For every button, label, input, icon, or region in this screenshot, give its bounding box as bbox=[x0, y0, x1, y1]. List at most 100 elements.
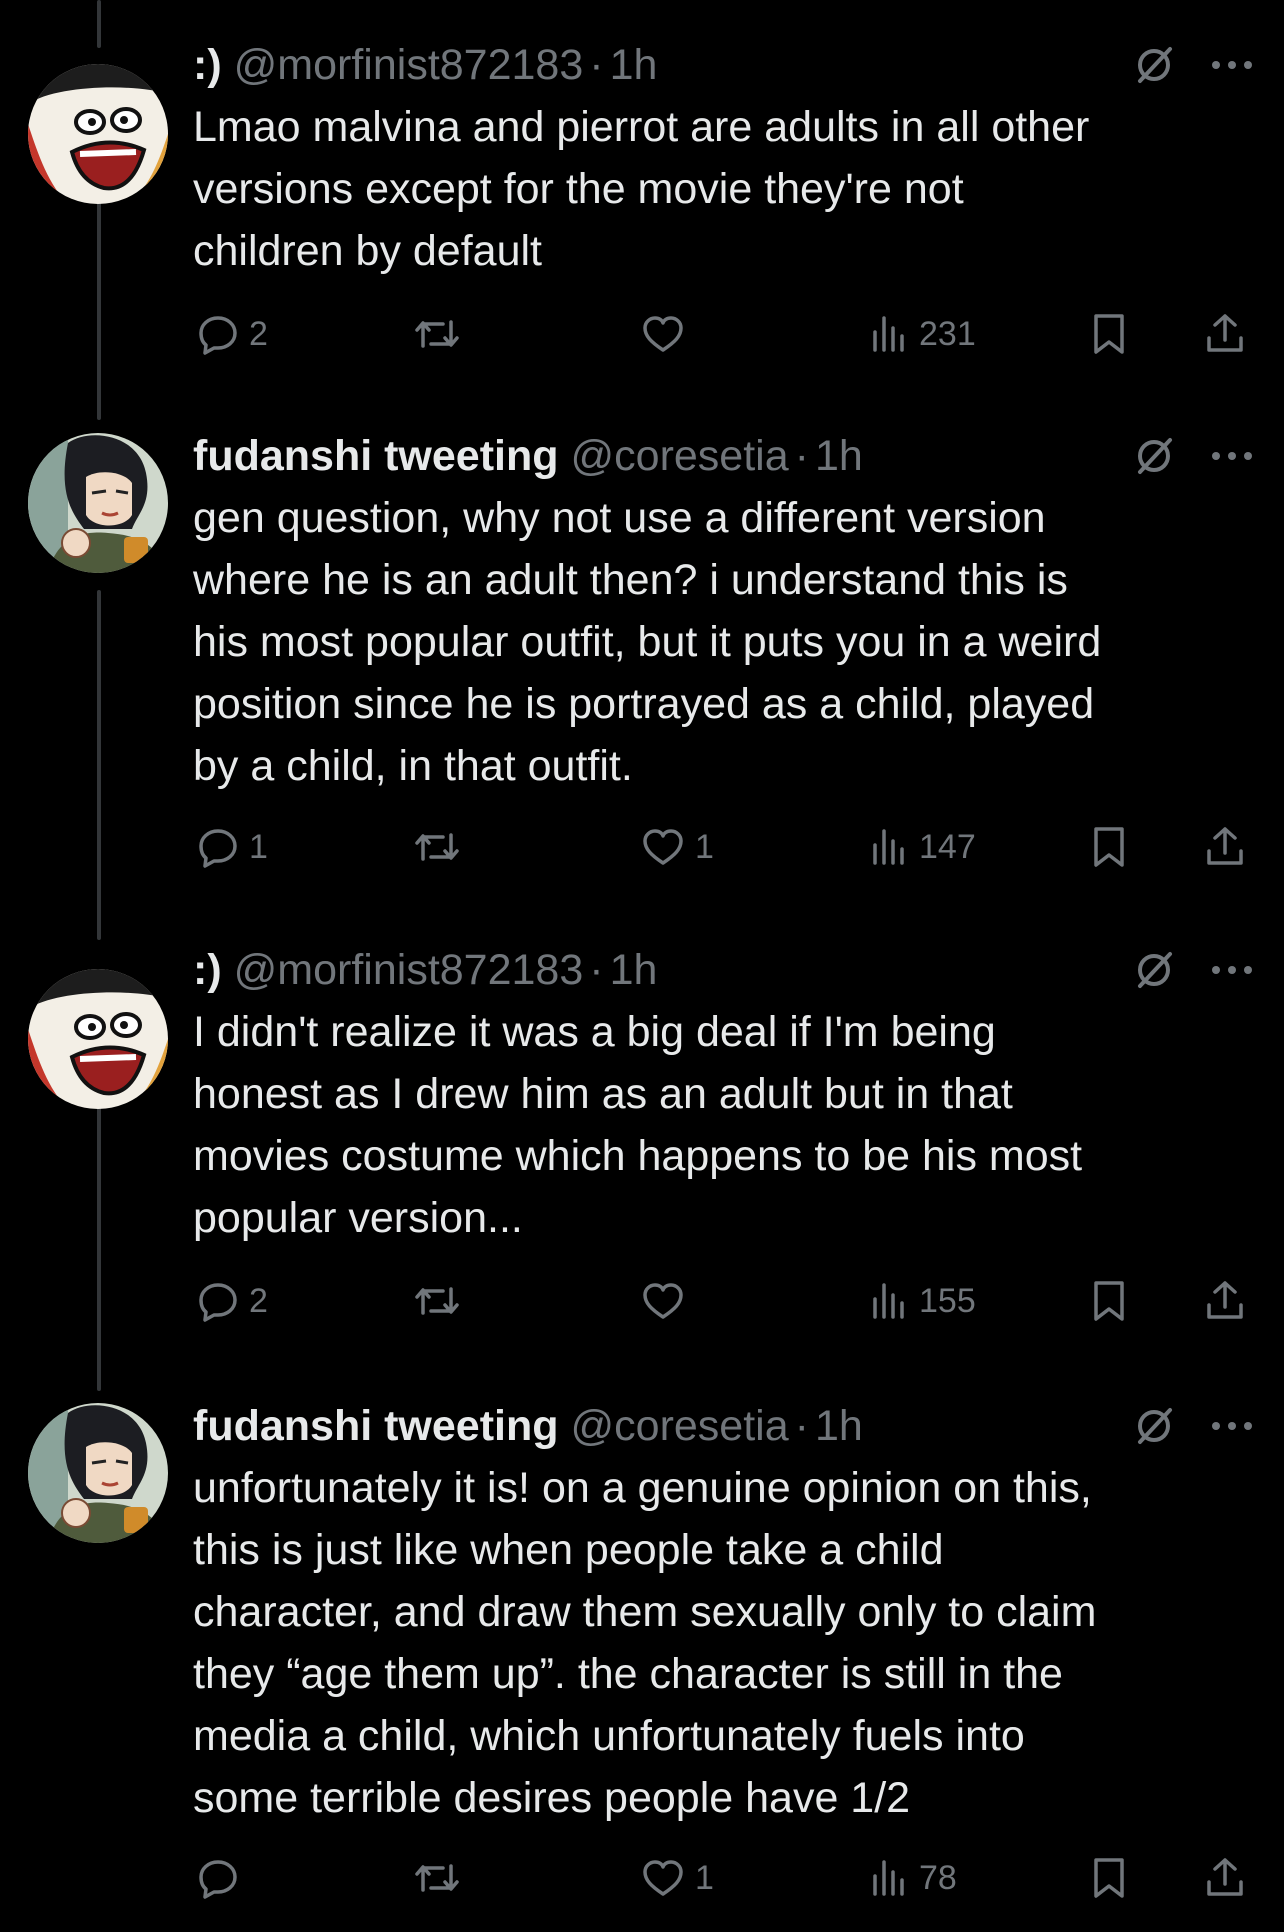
reply-button[interactable]: 1 bbox=[197, 817, 268, 877]
user-handle[interactable]: @morfinist872183 bbox=[234, 41, 584, 90]
reply-icon bbox=[197, 826, 239, 868]
timestamp[interactable]: 1h bbox=[815, 1402, 863, 1451]
tweet-text: I didn't realize it was a big deal if I'… bbox=[193, 1008, 1083, 1242]
reply-icon bbox=[197, 1857, 239, 1899]
views-button[interactable]: 155 bbox=[869, 1271, 976, 1331]
tweet-header: :) @morfinist872183 · 1h bbox=[193, 34, 1254, 96]
repost-button[interactable] bbox=[413, 1848, 471, 1908]
like-icon bbox=[641, 314, 685, 354]
tweet-actions: 1 78 bbox=[193, 1848, 1254, 1908]
like-icon bbox=[641, 1858, 685, 1898]
timestamp[interactable]: 1h bbox=[610, 946, 658, 995]
grok-slash-icon[interactable] bbox=[1132, 1404, 1176, 1448]
like-button[interactable]: 1 bbox=[641, 1848, 714, 1908]
views-icon bbox=[869, 1281, 909, 1321]
avatar[interactable] bbox=[28, 1403, 168, 1543]
bookmark-icon bbox=[1091, 1856, 1127, 1900]
views-icon bbox=[869, 314, 909, 354]
tweet-text: unfortunately it is! on a genuine opinio… bbox=[193, 1464, 1097, 1822]
user-handle[interactable]: @coresetia bbox=[571, 432, 789, 481]
anime-character-avatar-icon bbox=[28, 1403, 168, 1543]
tweet-header: fudanshi tweeting @coresetia · 1h bbox=[193, 425, 1254, 487]
timestamp[interactable]: 1h bbox=[815, 432, 863, 481]
share-icon bbox=[1203, 312, 1247, 356]
bookmark-icon bbox=[1091, 312, 1127, 356]
reply-button[interactable]: 2 bbox=[197, 1271, 268, 1331]
like-button[interactable] bbox=[641, 304, 695, 364]
like-button[interactable] bbox=[641, 1271, 695, 1331]
more-icon[interactable] bbox=[1210, 59, 1254, 71]
separator: · bbox=[589, 945, 604, 994]
view-count: 78 bbox=[919, 1858, 957, 1897]
avatar[interactable] bbox=[28, 433, 168, 573]
more-icon[interactable] bbox=[1210, 964, 1254, 976]
reply-button[interactable] bbox=[197, 1848, 249, 1908]
grok-slash-icon[interactable] bbox=[1132, 43, 1176, 87]
separator: · bbox=[794, 1401, 809, 1450]
share-button[interactable] bbox=[1203, 817, 1247, 877]
views-icon bbox=[869, 827, 909, 867]
view-count: 147 bbox=[919, 827, 976, 866]
grok-slash-icon[interactable] bbox=[1132, 434, 1176, 478]
more-icon[interactable] bbox=[1210, 1420, 1254, 1432]
share-icon bbox=[1203, 825, 1247, 869]
bookmark-button[interactable] bbox=[1091, 1271, 1127, 1331]
views-icon bbox=[869, 1858, 909, 1898]
like-icon bbox=[641, 827, 685, 867]
avatar[interactable] bbox=[28, 64, 168, 204]
tweet-header: fudanshi tweeting @coresetia · 1h bbox=[193, 1395, 1254, 1457]
share-icon bbox=[1203, 1279, 1247, 1323]
share-button[interactable] bbox=[1203, 1271, 1247, 1331]
share-icon bbox=[1203, 1856, 1247, 1900]
like-count: 1 bbox=[695, 827, 714, 866]
angry-cartoon-avatar-icon bbox=[28, 64, 168, 204]
repost-button[interactable] bbox=[413, 304, 471, 364]
reply-icon bbox=[197, 313, 239, 355]
repost-button[interactable] bbox=[413, 1271, 471, 1331]
bookmark-icon bbox=[1091, 1279, 1127, 1323]
views-button[interactable]: 147 bbox=[869, 817, 976, 877]
display-name[interactable]: :) bbox=[193, 946, 222, 995]
bookmark-button[interactable] bbox=[1091, 1848, 1127, 1908]
views-button[interactable]: 78 bbox=[869, 1848, 957, 1908]
tweet-actions: 1 1 147 bbox=[193, 817, 1254, 877]
share-button[interactable] bbox=[1203, 1848, 1247, 1908]
bookmark-button[interactable] bbox=[1091, 817, 1127, 877]
repost-icon bbox=[413, 314, 461, 354]
separator: · bbox=[589, 40, 604, 89]
angry-cartoon-avatar-icon bbox=[28, 969, 168, 1109]
display-name[interactable]: fudanshi tweeting bbox=[193, 1402, 559, 1451]
share-button[interactable] bbox=[1203, 304, 1247, 364]
like-count: 1 bbox=[695, 1858, 714, 1897]
bookmark-icon bbox=[1091, 825, 1127, 869]
display-name[interactable]: :) bbox=[193, 41, 222, 90]
timestamp[interactable]: 1h bbox=[610, 41, 658, 90]
avatar[interactable] bbox=[28, 969, 168, 1109]
more-icon[interactable] bbox=[1210, 450, 1254, 462]
anime-character-avatar-icon bbox=[28, 433, 168, 573]
tweet-actions: 2 231 bbox=[193, 304, 1254, 364]
thread-line bbox=[97, 198, 101, 420]
user-handle[interactable]: @coresetia bbox=[571, 1402, 789, 1451]
grok-slash-icon[interactable] bbox=[1132, 948, 1176, 992]
reply-count: 2 bbox=[249, 314, 268, 353]
tweet-text: gen question, why not use a different ve… bbox=[193, 494, 1102, 790]
reply-count: 1 bbox=[249, 827, 268, 866]
view-count: 231 bbox=[919, 314, 976, 353]
bookmark-button[interactable] bbox=[1091, 304, 1127, 364]
repost-icon bbox=[413, 1858, 461, 1898]
display-name[interactable]: fudanshi tweeting bbox=[193, 432, 559, 481]
user-handle[interactable]: @morfinist872183 bbox=[234, 946, 584, 995]
repost-icon bbox=[413, 1281, 461, 1321]
separator: · bbox=[794, 431, 809, 480]
thread-line bbox=[97, 0, 101, 48]
views-button[interactable]: 231 bbox=[869, 304, 976, 364]
repost-button[interactable] bbox=[413, 817, 471, 877]
like-button[interactable]: 1 bbox=[641, 817, 714, 877]
reply-icon bbox=[197, 1280, 239, 1322]
tweet-header: :) @morfinist872183 · 1h bbox=[193, 939, 1254, 1001]
tweet-actions: 2 155 bbox=[193, 1271, 1254, 1331]
reply-button[interactable]: 2 bbox=[197, 304, 268, 364]
repost-icon bbox=[413, 827, 461, 867]
tweet-text: Lmao malvina and pierrot are adults in a… bbox=[193, 103, 1090, 275]
